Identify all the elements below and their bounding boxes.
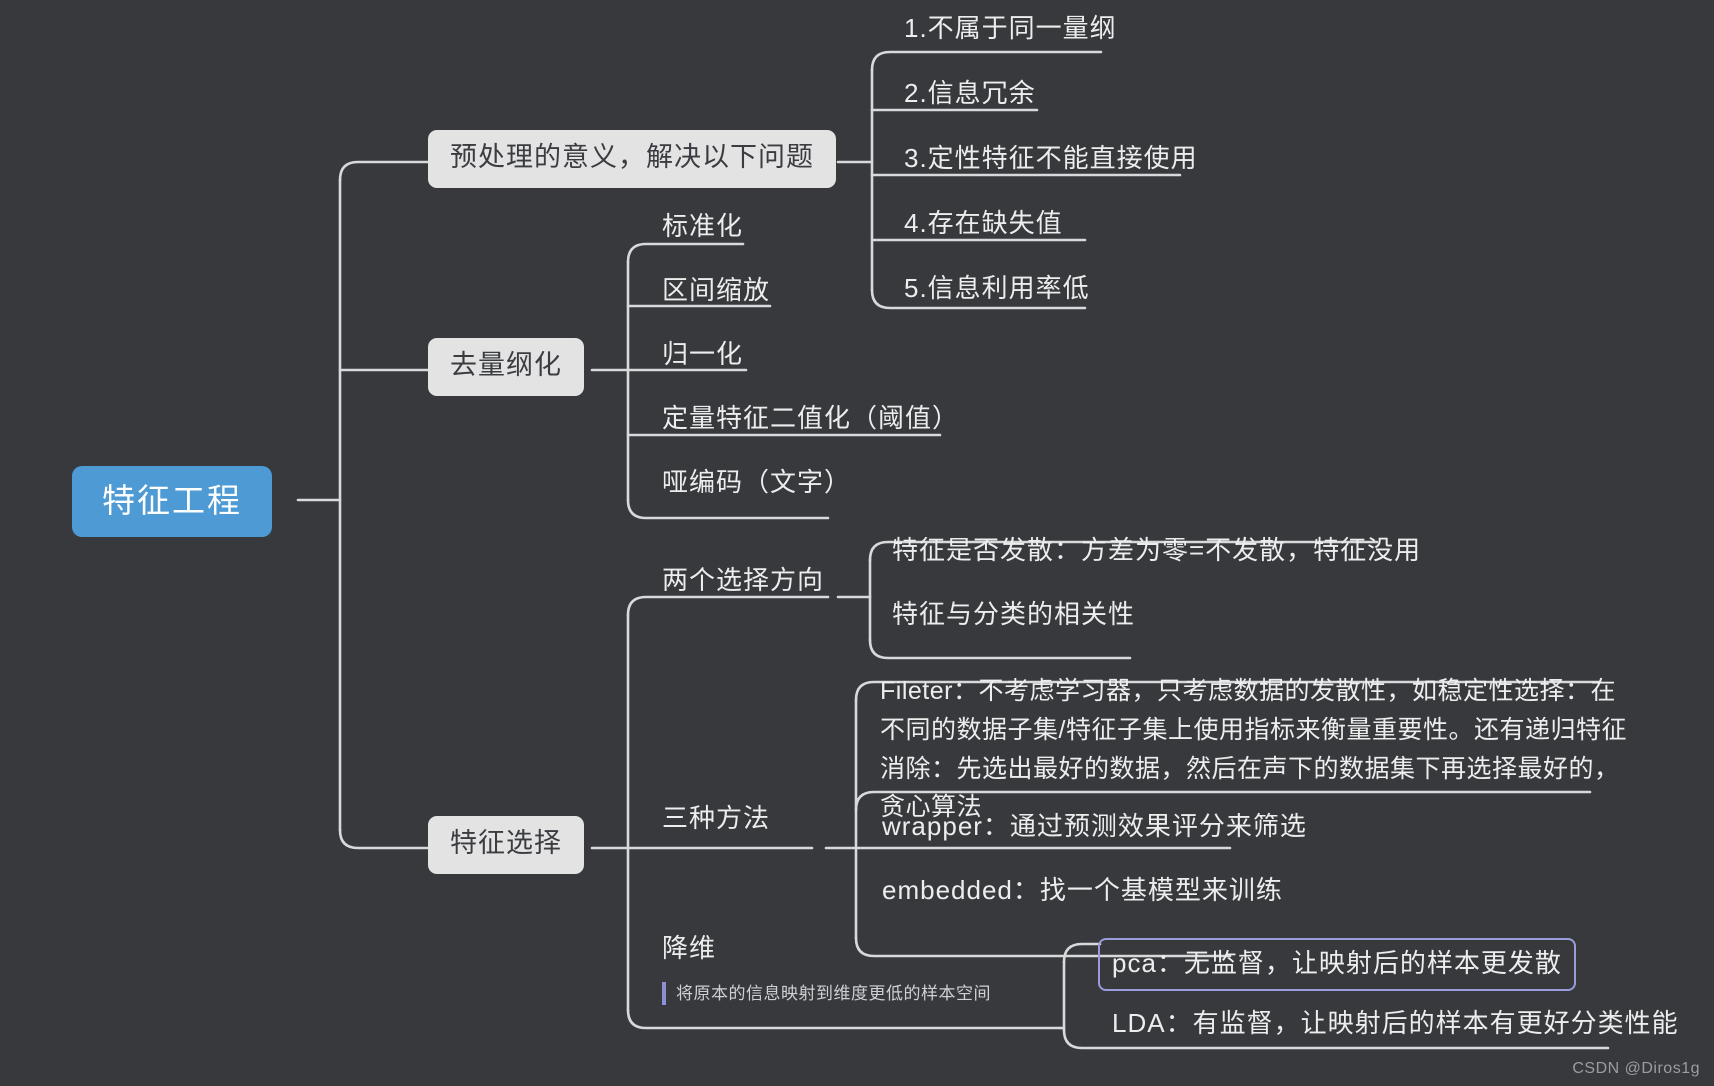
leaf-direction-1[interactable]: 特征是否发散：方差为零=不发散，特征没用 [890, 532, 1427, 571]
leaf-preprocess-4[interactable]: 4.存在缺失值 [902, 205, 1069, 244]
leaf-lda[interactable]: LDA：有监督，让映射后的样本有更好分类性能 [1110, 1005, 1685, 1044]
branch-node-preprocess[interactable]: 预处理的意义，解决以下问题 [428, 130, 836, 188]
leaf-dedimension-4[interactable]: 定量特征二值化（阈值） [660, 400, 965, 439]
leaf-preprocess-2[interactable]: 2.信息冗余 [902, 75, 1042, 114]
leaf-preprocess-1[interactable]: 1.不属于同一量纲 [902, 10, 1123, 49]
root-node[interactable]: 特征工程 [72, 466, 272, 538]
leaf-pca[interactable]: pca：无监督，让映射后的样本更发散 [1098, 938, 1576, 991]
branch-node-feature-selection[interactable]: 特征选择 [428, 816, 584, 874]
watermark: CSDN @Diros1g [1572, 1060, 1700, 1077]
leaf-preprocess-5[interactable]: 5.信息利用率低 [902, 270, 1096, 309]
connector-lines [296, 50, 1610, 1050]
leaf-method-embedded[interactable]: embedded：找一个基模型来训练 [880, 872, 1289, 911]
leaf-direction-2[interactable]: 特征与分类的相关性 [890, 596, 1141, 635]
mindmap-canvas: 特征工程 预处理的意义，解决以下问题 去量纲化 特征选择 1.不属于同一量纲 2… [0, 0, 1714, 1086]
leaf-dedimension-5[interactable]: 哑编码（文字） [660, 464, 857, 503]
leaf-dedimension-1[interactable]: 标准化 [660, 208, 749, 247]
leaf-dedimension-3[interactable]: 归一化 [660, 336, 749, 375]
branch-node-dedimension[interactable]: 去量纲化 [428, 338, 584, 396]
leaf-method-filter[interactable]: Fileter：不考虑学习器，只考虑数据的发散性，如稳定性选择：在不同的数据子集… [880, 672, 1640, 827]
leaf-method-wrapper[interactable]: wrapper：通过预测效果评分来筛选 [880, 808, 1313, 847]
leaf-dimension-reduction[interactable]: 降维 [660, 930, 722, 969]
leaf-two-directions[interactable]: 两个选择方向 [660, 562, 830, 601]
leaf-dedimension-2[interactable]: 区间缩放 [660, 272, 776, 311]
leaf-preprocess-3[interactable]: 3.定性特征不能直接使用 [902, 140, 1204, 179]
leaf-three-methods[interactable]: 三种方法 [660, 800, 776, 839]
note-dimension-reduction: 将原本的信息映射到维度更低的样本空间 [662, 982, 991, 1006]
